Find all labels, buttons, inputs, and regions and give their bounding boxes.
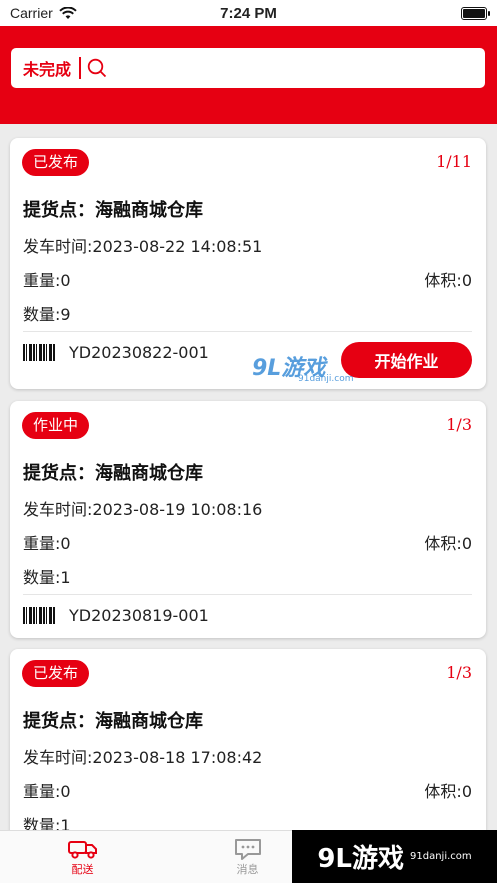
order-card[interactable]: 已发布 1/3 提货点：海融商城仓库 发车时间:2023-08-18 17:08… <box>10 649 486 830</box>
order-card[interactable]: 已发布 1/11 提货点：海融商城仓库 发车时间:2023-08-22 14:0… <box>10 138 486 389</box>
departure-time: 发车时间:2023-08-19 10:08:16 <box>23 500 263 519</box>
volume: 体积:0 <box>424 534 472 553</box>
watermark-url: 91danji.com <box>298 374 354 384</box>
pickup-point: 提货点：海融商城仓库 <box>23 463 203 484</box>
page-counter: 1/3 <box>446 663 472 682</box>
order-number: YD20230822-001 <box>69 343 209 362</box>
corner-logo-url: 91danji.com <box>410 851 472 862</box>
order-number: YD20230819-001 <box>69 606 209 625</box>
carrier-label: Carrier <box>10 5 53 21</box>
start-work-button[interactable]: 开始作业 <box>341 342 472 378</box>
corner-logo: 9L游戏 91danji.com <box>292 830 497 883</box>
quantity: 数量:9 <box>23 305 71 324</box>
page-counter: 1/11 <box>436 152 472 171</box>
departure-time: 发车时间:2023-08-22 14:08:51 <box>23 237 263 256</box>
quantity: 数量:1 <box>23 816 71 830</box>
tab-label: 配送 <box>71 863 94 876</box>
search-divider <box>79 57 82 79</box>
search-bar[interactable]: 未完成 <box>11 48 485 88</box>
corner-logo-text: 9L游戏 <box>317 844 405 874</box>
wifi-icon <box>59 6 77 19</box>
order-list[interactable]: 已发布 1/11 提货点：海融商城仓库 发车时间:2023-08-22 14:0… <box>0 124 497 830</box>
search-input[interactable] <box>107 53 473 83</box>
volume: 体积:0 <box>424 782 472 801</box>
battery-icon <box>461 6 490 20</box>
pickup-point: 提货点：海融商城仓库 <box>23 711 203 732</box>
volume: 体积:0 <box>424 271 472 290</box>
weight: 重量:0 <box>23 782 71 801</box>
pickup-point: 提货点：海融商城仓库 <box>23 200 203 221</box>
status-left: Carrier <box>10 5 77 21</box>
card-divider <box>23 594 472 595</box>
order-card[interactable]: 作业中 1/3 提货点：海融商城仓库 发车时间:2023-08-19 10:08… <box>10 401 486 638</box>
order-number-row: YD20230822-001 <box>23 343 209 362</box>
tab-delivery[interactable]: 配送 <box>0 831 165 883</box>
barcode-icon <box>23 607 55 624</box>
message-icon <box>234 839 261 860</box>
order-number-row: YD20230819-001 <box>23 606 209 625</box>
tab-label: 消息 <box>236 863 259 876</box>
weight: 重量:0 <box>23 534 71 553</box>
status-badge: 作业中 <box>22 412 90 439</box>
status-badge: 已发布 <box>22 660 90 687</box>
departure-time: 发车时间:2023-08-18 17:08:42 <box>23 748 263 767</box>
status-badge: 已发布 <box>22 149 90 176</box>
status-bar: Carrier 7:24 PM <box>0 0 497 26</box>
battery-fill <box>463 8 485 18</box>
status-filter[interactable]: 未完成 <box>23 56 71 80</box>
truck-icon <box>67 841 97 859</box>
barcode-icon <box>23 344 55 361</box>
card-divider <box>23 331 472 332</box>
quantity: 数量:1 <box>23 568 71 587</box>
search-icon <box>87 58 107 78</box>
page-counter: 1/3 <box>446 415 472 434</box>
weight: 重量:0 <box>23 271 71 290</box>
